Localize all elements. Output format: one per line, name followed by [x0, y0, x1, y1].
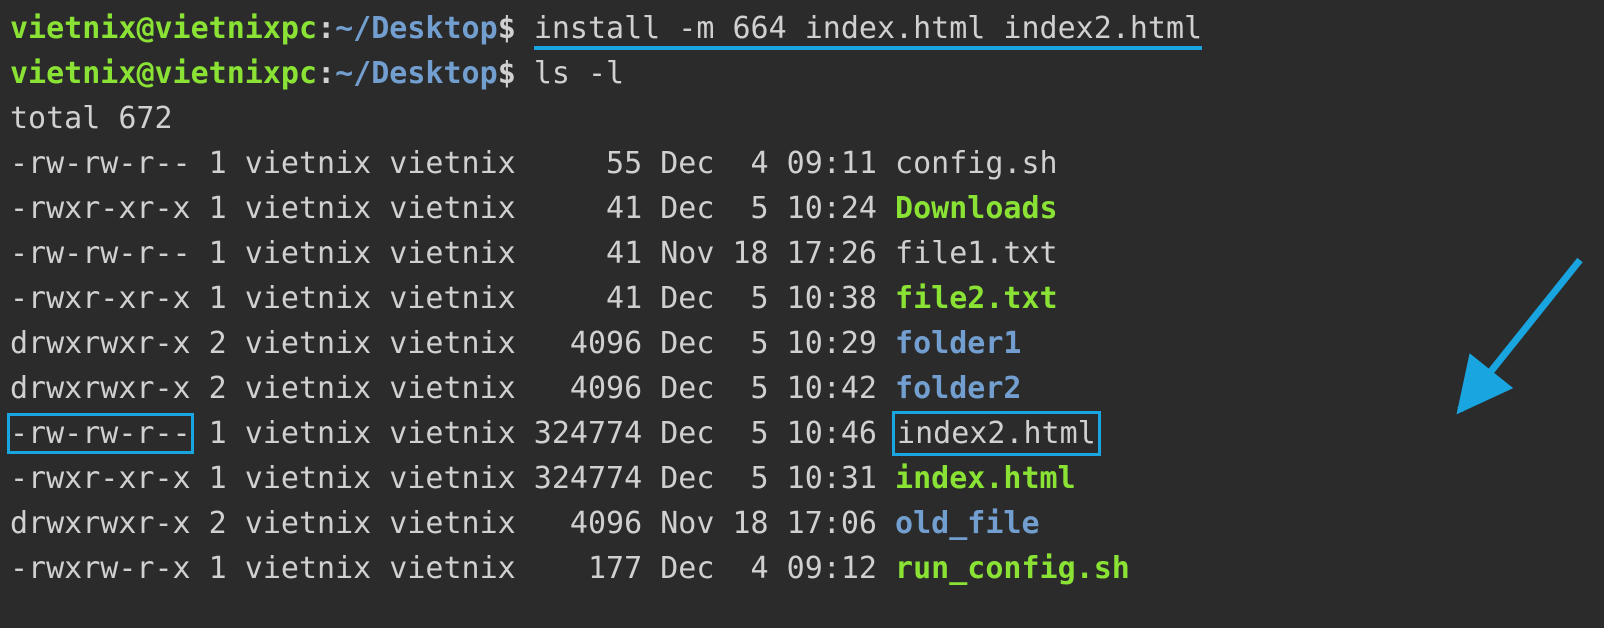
ls-row: -rw-rw-r-- 1 vietnix vietnix 324774 Dec … [10, 411, 1594, 456]
prompt-at: @ [136, 11, 154, 46]
ls-filename: file2.txt [895, 281, 1058, 316]
ls-filename: file1.txt [895, 236, 1058, 271]
prompt-host: vietnixpc [155, 56, 318, 91]
highlighted-filename: index2.html [892, 411, 1101, 456]
command-line-1: vietnix@vietnixpc:~/Desktop$ install -m … [10, 6, 1594, 51]
prompt-at: @ [136, 56, 154, 91]
total-line: total 672 [10, 96, 1594, 141]
ls-filename: config.sh [895, 146, 1058, 181]
prompt-host: vietnixpc [155, 11, 318, 46]
command-line-2: vietnix@vietnixpc:~/Desktop$ ls -l [10, 51, 1594, 96]
install-command: install -m 664 index.html index2.html [534, 11, 1202, 50]
ls-filename: index.html [895, 461, 1076, 496]
highlighted-permissions: -rw-rw-r-- [7, 413, 194, 454]
ls-row: -rwxr-xr-x 1 vietnix vietnix 41 Dec 5 10… [10, 276, 1594, 321]
ls-row: drwxrwxr-x 2 vietnix vietnix 4096 Dec 5 … [10, 321, 1594, 366]
ls-filename: old_file [895, 506, 1040, 541]
ls-filename: folder1 [895, 326, 1021, 361]
ls-filename: run_config.sh [895, 551, 1130, 586]
ls-row: -rw-rw-r-- 1 vietnix vietnix 41 Nov 18 1… [10, 231, 1594, 276]
ls-row: drwxrwxr-x 2 vietnix vietnix 4096 Dec 5 … [10, 366, 1594, 411]
ls-row: drwxrwxr-x 2 vietnix vietnix 4096 Nov 18… [10, 501, 1594, 546]
prompt-user: vietnix [10, 11, 136, 46]
ls-command: ls -l [534, 56, 624, 91]
ls-filename: Downloads [895, 191, 1058, 226]
prompt-user: vietnix [10, 56, 136, 91]
ls-filename: folder2 [895, 371, 1021, 406]
ls-row: -rwxr-xr-x 1 vietnix vietnix 41 Dec 5 10… [10, 186, 1594, 231]
prompt-symbol: $ [498, 56, 516, 91]
prompt-colon: : [317, 11, 335, 46]
prompt-path: ~/Desktop [335, 56, 498, 91]
ls-row: -rwxrw-r-x 1 vietnix vietnix 177 Dec 4 0… [10, 546, 1594, 591]
prompt-colon: : [317, 56, 335, 91]
ls-row: -rwxr-xr-x 1 vietnix vietnix 324774 Dec … [10, 456, 1594, 501]
ls-row: -rw-rw-r-- 1 vietnix vietnix 55 Dec 4 09… [10, 141, 1594, 186]
prompt-symbol: $ [498, 11, 516, 46]
terminal-window[interactable]: vietnix@vietnixpc:~/Desktop$ install -m … [0, 0, 1604, 597]
prompt-path: ~/Desktop [335, 11, 498, 46]
